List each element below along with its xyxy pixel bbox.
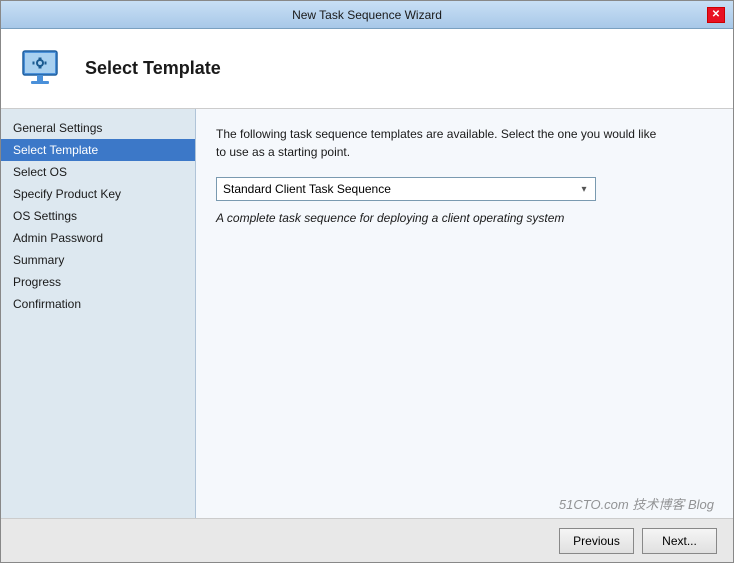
wizard-main: The following task sequence templates ar… [196,109,733,518]
sidebar-item-select-os[interactable]: Select OS [1,161,195,183]
template-dropdown-wrapper: Standard Client Task Sequence Standard S… [216,177,596,201]
sidebar-item-general-settings[interactable]: General Settings [1,117,195,139]
previous-button[interactable]: Previous [559,528,634,554]
title-bar: New Task Sequence Wizard ✕ [1,1,733,29]
sidebar-item-confirmation[interactable]: Confirmation [1,293,195,315]
sidebar-item-progress[interactable]: Progress [1,271,195,293]
sidebar-item-select-template[interactable]: Select Template [1,139,195,161]
sidebar-item-admin-password[interactable]: Admin Password [1,227,195,249]
wizard-footer: Previous Next... [1,518,733,562]
next-button[interactable]: Next... [642,528,717,554]
wizard-window: New Task Sequence Wizard ✕ [0,0,734,563]
wizard-header: Select Template [1,29,733,109]
wizard-sidebar: General Settings Select Template Select … [1,109,196,518]
wizard-icon [17,43,69,95]
sidebar-item-summary[interactable]: Summary [1,249,195,271]
close-button[interactable]: ✕ [707,7,725,23]
wizard-body: General Settings Select Template Select … [1,109,733,518]
template-description: A complete task sequence for deploying a… [216,211,713,225]
window-title: New Task Sequence Wizard [27,8,707,22]
sidebar-item-os-settings[interactable]: OS Settings [1,205,195,227]
watermark: 51CTO.com 技术博客 Blog [559,494,714,513]
template-dropdown[interactable]: Standard Client Task Sequence Standard S… [216,177,596,201]
sidebar-item-specify-product-key[interactable]: Specify Product Key [1,183,195,205]
wizard-content: Select Template General Settings Select … [1,29,733,562]
page-title: Select Template [85,58,221,79]
main-description: The following task sequence templates ar… [216,125,666,161]
